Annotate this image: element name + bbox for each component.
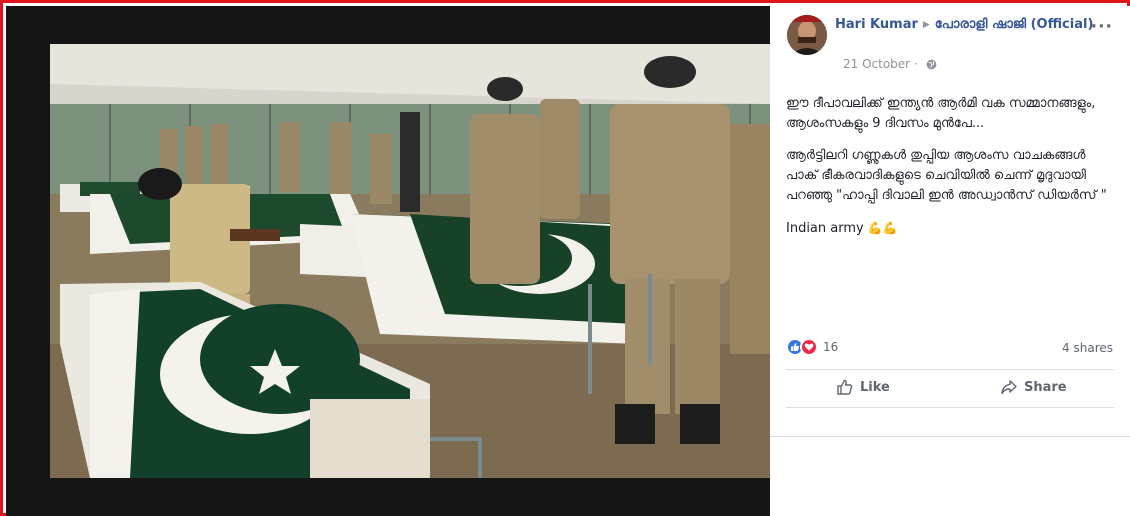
divider [770,436,1130,437]
photo-viewer[interactable] [6,6,770,516]
post-details-panel: Hari Kumar ▶ പോരാളി ഷാജി (Official) ··· 21… [770,6,1130,516]
author-name[interactable]: Hari Kumar [835,17,918,32]
more-options-icon[interactable]: ··· [1091,17,1113,37]
like-button-label: Like [860,379,890,395]
page-name[interactable]: പോരാളി ഷാജി (Official) [935,17,1094,32]
thumbs-up-icon [837,379,853,395]
post-meta: 21 October · [843,57,937,73]
divider [786,369,1114,370]
post-date[interactable]: 21 October [843,57,910,71]
reaction-count: 16 [823,340,839,354]
divider [786,407,1114,408]
love-reaction-icon [800,338,818,356]
author-avatar[interactable] [787,15,827,55]
globe-icon[interactable] [926,59,937,73]
closing-text: Indian army [786,221,864,236]
post-closing: Indian army 💪💪 [786,218,1116,239]
triangle-right-icon: ▶ [922,20,930,30]
soldiers-with-flag-draped-coffins-image [50,44,770,478]
flexed-biceps-emoji: 💪💪 [867,221,898,235]
screenshot-frame: Hari Kumar ▶ പോരാളി ഷാജി (Official) ··· 21… [0,0,1130,516]
share-button[interactable]: Share [1000,378,1067,396]
reaction-summary[interactable]: 16 [786,338,838,356]
meta-separator: · [913,57,918,71]
post-header: Hari Kumar ▶ പോരാളി ഷാജി (Official) [835,15,1097,35]
post-photo[interactable] [50,44,770,478]
share-button-label: Share [1024,379,1067,395]
post-paragraph: ആർട്ടിലറി ഗണ്ണുകൾ തുപ്പിയ ആശംസ വാചകങ്ങൾ … [786,148,1107,203]
share-arrow-icon [1001,380,1017,395]
like-button[interactable]: Like [836,378,890,396]
post-paragraph: ഈ ദീപാവലിക്ക് ഇന്ത്യൻ ആർമി വക സമ്മാനങ്ങള… [786,96,1096,131]
post-message: ഈ ദീപാവലിക്ക് ഇന്ത്യൻ ആർമി വക സമ്മാനങ്ങള… [786,94,1116,251]
avatar-image [787,15,827,55]
shares-count[interactable]: 4 shares [1062,341,1113,355]
